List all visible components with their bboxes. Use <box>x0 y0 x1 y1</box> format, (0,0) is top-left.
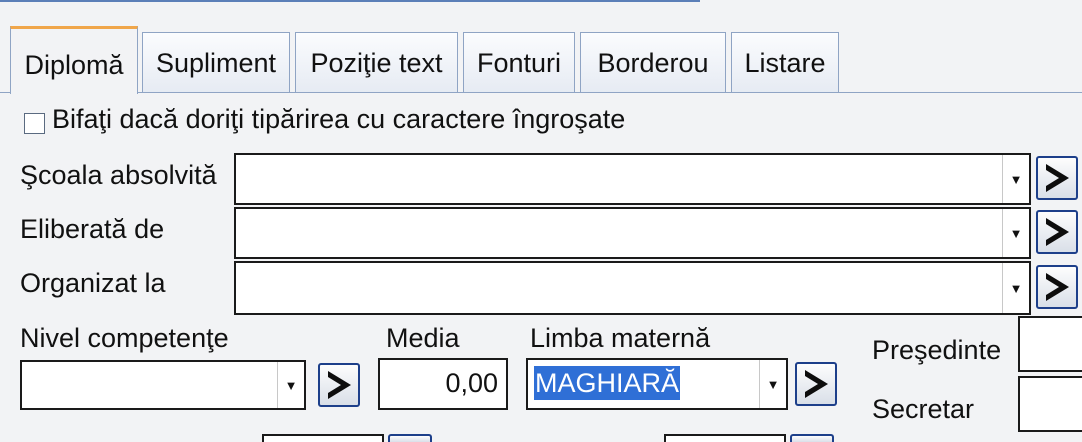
tab-supliment[interactable]: Supliment <box>142 32 290 92</box>
tab-label: Borderou <box>597 48 709 78</box>
chevron-right-icon <box>1046 164 1069 192</box>
limba-materna-label: Limba maternă <box>530 323 711 353</box>
organizat-la-go-button[interactable] <box>1036 265 1078 309</box>
bottom-field-1[interactable] <box>262 434 384 442</box>
limba-materna-combo[interactable]: MAGHIARĂ ▼ <box>526 358 788 410</box>
tab-borderou[interactable]: Borderou <box>580 32 726 92</box>
tab-diploma[interactable]: Diplomă <box>10 26 138 94</box>
tab-strip-border <box>0 92 1082 93</box>
dropdown-arrow-icon[interactable]: ▼ <box>1002 209 1029 257</box>
presedinte-label: Preşedinte <box>872 335 1002 365</box>
tab-label: Listare <box>744 48 826 78</box>
tab-label: Supliment <box>155 48 277 78</box>
bottom-go-button-1[interactable] <box>388 434 432 442</box>
scoala-absolvita-combo[interactable]: ▼ <box>234 153 1031 205</box>
tab-label: Diplomă <box>24 50 124 80</box>
dropdown-arrow-icon[interactable]: ▼ <box>277 362 304 408</box>
organizat-la-combo[interactable]: ▼ <box>234 261 1031 315</box>
secretar-input[interactable] <box>1018 376 1082 432</box>
bottom-go-button-2[interactable] <box>790 434 834 442</box>
scoala-absolvita-label: Şcoala absolvită <box>20 160 217 190</box>
tab-label: Poziţie text <box>310 48 443 78</box>
bold-print-label: Bifaţi dacă doriţi tipărirea cu caracter… <box>52 104 626 134</box>
chevron-right-icon <box>1046 218 1069 246</box>
eliberata-de-label: Eliberată de <box>20 214 165 244</box>
presedinte-input[interactable] <box>1018 316 1082 372</box>
eliberata-de-go-button[interactable] <box>1036 210 1078 254</box>
eliberata-de-combo[interactable]: ▼ <box>234 207 1031 259</box>
media-input[interactable]: 0,00 <box>378 358 508 410</box>
nivel-competente-combo[interactable]: ▼ <box>20 360 306 410</box>
chevron-right-icon <box>1046 273 1069 301</box>
tab-listare[interactable]: Listare <box>731 32 839 92</box>
dropdown-arrow-icon[interactable]: ▼ <box>1002 263 1029 313</box>
limba-materna-selected: MAGHIARĂ <box>534 366 681 400</box>
scoala-absolvita-go-button[interactable] <box>1036 156 1078 200</box>
bottom-field-2[interactable] <box>664 434 786 442</box>
limba-materna-go-button[interactable] <box>795 362 837 406</box>
nivel-competente-label: Nivel competenţe <box>20 323 229 353</box>
organizat-la-label: Organizat la <box>20 268 166 298</box>
dropdown-arrow-icon[interactable]: ▼ <box>1002 155 1029 203</box>
tab-fonturi[interactable]: Fonturi <box>463 32 575 92</box>
media-value: 0,00 <box>445 368 498 398</box>
bold-print-checkbox[interactable] <box>24 113 45 134</box>
chevron-right-icon <box>805 370 828 398</box>
tab-pozitie-text[interactable]: Poziţie text <box>295 32 458 92</box>
chevron-right-icon <box>328 371 351 399</box>
nivel-competente-go-button[interactable] <box>318 363 360 407</box>
media-label: Media <box>386 323 460 353</box>
secretar-label: Secretar <box>872 394 975 424</box>
dropdown-arrow-icon[interactable]: ▼ <box>759 360 786 408</box>
window-top-border <box>0 0 700 2</box>
tab-label: Fonturi <box>476 48 562 78</box>
